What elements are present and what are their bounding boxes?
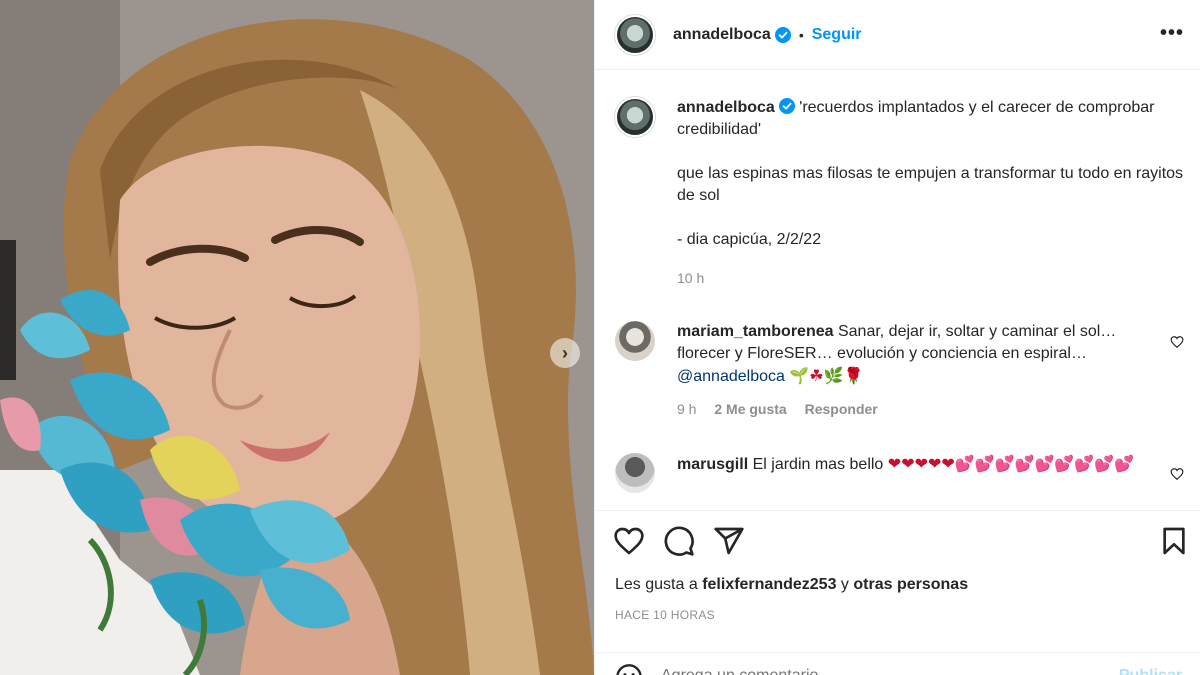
caption-avatar[interactable] (615, 97, 655, 137)
liker-username[interactable]: felixfernandez253 (702, 576, 836, 593)
carousel-next-button[interactable]: › (550, 338, 580, 368)
caption-line: que las espinas mas filosas te empujen a… (677, 165, 1184, 204)
post-header: annadelboca • Seguir ••• (595, 0, 1200, 70)
comment-emojis: ❤❤❤❤❤💕💕💕💕💕💕💕💕💕 (887, 454, 1135, 473)
smile-icon[interactable] (615, 663, 643, 675)
post-side-panel: annadelboca • Seguir ••• annadelboca 're… (594, 0, 1200, 675)
follow-button[interactable]: Seguir (812, 26, 862, 44)
action-bar (595, 510, 1200, 570)
post-timestamp: HACE 10 HORAS (615, 608, 715, 622)
likes-middle: y (840, 576, 849, 593)
verified-icon (778, 98, 795, 114)
caption-age: 10 h (677, 270, 705, 286)
comment-composer: Publicar (595, 652, 1200, 675)
likes-summary: Les gusta a felixfernandez253 y otras pe… (615, 576, 968, 594)
comment-likes-count[interactable]: 2 Me gusta (714, 401, 786, 417)
author-username[interactable]: annadelboca (673, 26, 771, 44)
likes-prefix: Les gusta a (615, 576, 698, 593)
share-icon[interactable] (713, 525, 745, 557)
comment-item: marusgill El jardin mas bello ❤❤❤❤❤💕💕💕💕💕… (615, 453, 1184, 493)
comment-username[interactable]: mariam_tamborenea (677, 323, 834, 340)
comment-avatar[interactable] (615, 321, 655, 361)
author-avatar[interactable] (615, 14, 655, 55)
caption-username[interactable]: annadelboca (677, 99, 775, 116)
comment-input[interactable] (661, 667, 1061, 675)
more-icon[interactable]: ••• (1160, 22, 1184, 45)
chevron-right-icon: › (562, 343, 568, 363)
caption-line: - dia capicúa, 2/2/22 (677, 231, 822, 248)
verified-icon (774, 26, 791, 43)
likes-others-link[interactable]: otras personas (853, 576, 968, 593)
comment-emojis: 🌱☘🌿🌹 (789, 366, 864, 385)
post-caption: annadelboca 'recuerdos implantados y el … (615, 97, 1184, 289)
comment-avatar[interactable] (615, 453, 655, 493)
comment-text: El jardin mas bello (752, 456, 884, 473)
bookmark-icon[interactable] (1158, 525, 1190, 557)
post-photo[interactable]: › (0, 0, 594, 675)
comment-mention[interactable]: @annadelboca (677, 368, 785, 385)
post-photo-illustration (0, 0, 594, 675)
comment-icon[interactable] (663, 525, 695, 557)
header-separator: • (798, 26, 804, 43)
comment-item: mariam_tamborenea Sanar, dejar ir, solta… (615, 321, 1184, 420)
publish-button[interactable]: Publicar (1119, 667, 1182, 675)
comments-list[interactable]: annadelboca 'recuerdos implantados y el … (595, 71, 1200, 501)
heart-icon[interactable] (1170, 467, 1184, 481)
heart-icon[interactable] (613, 525, 645, 557)
comment-age: 9 h (677, 401, 697, 417)
reply-button[interactable]: Responder (805, 401, 878, 417)
heart-icon[interactable] (1170, 335, 1184, 349)
comment-username[interactable]: marusgill (677, 456, 748, 473)
